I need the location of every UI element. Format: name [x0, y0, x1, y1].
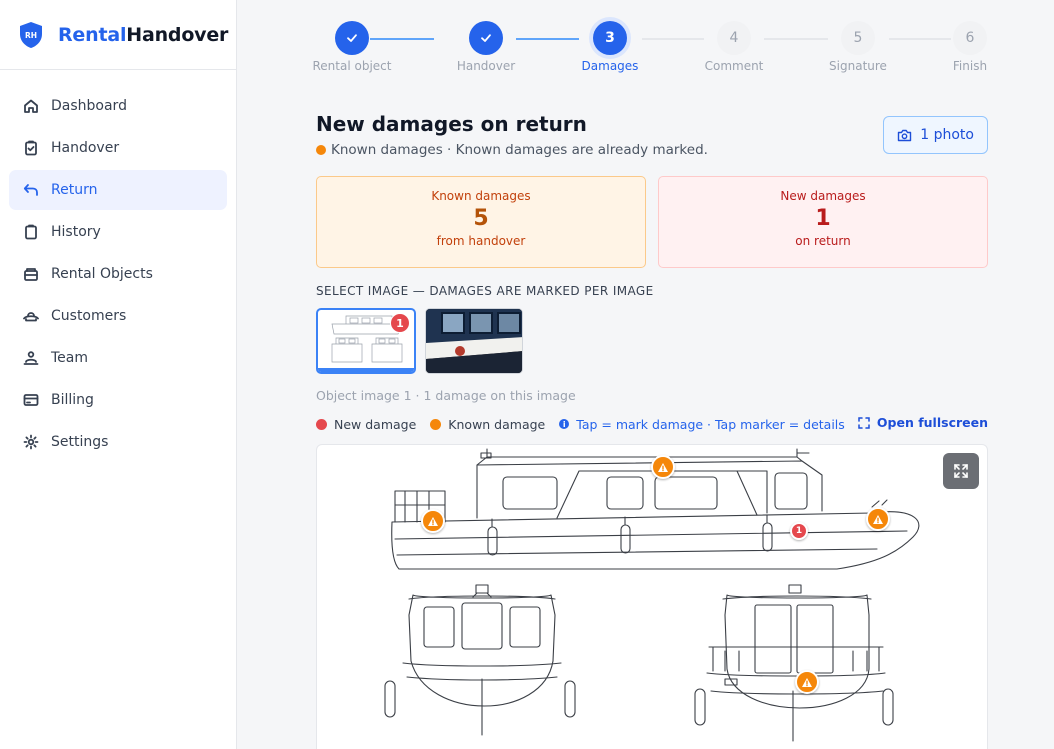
- sidebar-item-rental-objects[interactable]: Rental Objects: [9, 254, 227, 294]
- thumbnail-photo[interactable]: [425, 308, 523, 374]
- known-damages-label: Known damages: [431, 189, 531, 203]
- new-damages-sub: on return: [795, 234, 851, 248]
- select-image-label: SELECT IMAGE — DAMAGES ARE MARKED PER IM…: [316, 284, 654, 298]
- step-finish[interactable]: 6 Finish: [915, 21, 1025, 73]
- step-label: Handover: [456, 59, 516, 73]
- image-caption: Object image 1 · 1 damage on this image: [316, 388, 576, 403]
- sidebar-item-label: Handover: [51, 140, 120, 156]
- sidebar-item-handover[interactable]: Handover: [9, 128, 227, 168]
- sidebar-item-customers[interactable]: Customers: [9, 296, 227, 336]
- sidebar-item-dashboard[interactable]: Dashboard: [9, 86, 227, 126]
- sidebar-item-team[interactable]: Team: [9, 338, 227, 378]
- legend-hint: i Tap = mark damage · Tap marker = detai…: [559, 417, 845, 432]
- open-fullscreen-link[interactable]: Open fullscreen: [858, 415, 988, 430]
- gear-icon: [22, 433, 40, 451]
- warning-icon: [428, 516, 438, 526]
- camera-icon: [898, 129, 912, 141]
- brand[interactable]: RH RentalHandover: [0, 0, 236, 70]
- warning-icon: [658, 462, 668, 472]
- sidebar-item-label: Team: [51, 350, 89, 366]
- legend-known: Known damage: [430, 417, 545, 432]
- users-icon: [22, 307, 40, 325]
- step-label: Damages: [581, 59, 639, 73]
- expand-icon: [954, 464, 968, 478]
- home-icon: [22, 97, 40, 115]
- page-subtitle: Known damages · Known damages are alread…: [316, 142, 708, 158]
- clipboard-icon: [22, 223, 40, 241]
- step-handover[interactable]: Handover: [431, 21, 541, 73]
- warning-icon: [802, 677, 812, 687]
- thumbnail-drawing[interactable]: 1: [316, 308, 416, 374]
- image-thumbnails: 1: [316, 308, 523, 374]
- credit-card-icon: [22, 391, 40, 409]
- sidebar-item-label: Billing: [51, 392, 94, 408]
- team-icon: [22, 349, 40, 367]
- sidebar-item-label: Rental Objects: [51, 266, 153, 282]
- canvas-fullscreen-button[interactable]: [943, 453, 979, 489]
- clipboard-check-icon: [22, 139, 40, 157]
- step-comment[interactable]: 4 Comment: [679, 21, 789, 73]
- box-icon: [22, 265, 40, 283]
- check-icon: [335, 21, 369, 55]
- known-damage-dot-icon: [430, 418, 442, 430]
- info-icon: i: [559, 419, 570, 429]
- sidebar-nav: Dashboard Handover Return History Rental…: [0, 70, 236, 480]
- progress-stepper: Rental object Handover 3 Damages 4 Comme…: [237, 0, 1054, 82]
- known-damages-sub: from handover: [436, 234, 526, 248]
- sidebar: RH RentalHandover Dashboard Handover Ret…: [0, 0, 237, 749]
- thumbnail-damage-badge: 1: [390, 313, 410, 333]
- step-damages[interactable]: 3 Damages: [555, 21, 665, 73]
- boat-photo-thumb: [426, 309, 522, 373]
- step-rental-object[interactable]: Rental object: [297, 21, 407, 73]
- known-dot-icon: [316, 145, 326, 155]
- legend-new: New damage: [316, 417, 416, 432]
- known-damage-marker[interactable]: [795, 670, 819, 694]
- sidebar-item-label: History: [51, 224, 101, 240]
- step-label: Finish: [952, 59, 988, 73]
- step-number: 4: [717, 21, 751, 55]
- damage-legend: New damage Known damage i Tap = mark dam…: [316, 415, 988, 433]
- damage-canvas[interactable]: 1: [316, 444, 988, 749]
- new-damage-dot-icon: [316, 418, 327, 430]
- known-damage-marker[interactable]: [421, 509, 445, 533]
- sidebar-item-label: Settings: [51, 434, 109, 450]
- step-signature[interactable]: 5 Signature: [803, 21, 913, 73]
- brand-name: RentalHandover: [58, 23, 229, 46]
- page-title: New damages on return: [316, 112, 587, 136]
- new-damages-count: 1: [815, 206, 831, 231]
- known-damage-marker[interactable]: [651, 455, 675, 479]
- known-damage-marker[interactable]: [866, 507, 890, 531]
- main-content: Rental object Handover 3 Damages 4 Comme…: [237, 0, 1054, 749]
- sidebar-item-billing[interactable]: Billing: [9, 380, 227, 420]
- known-damages-count: 5: [473, 206, 489, 231]
- step-number: 5: [841, 21, 875, 55]
- sidebar-item-return[interactable]: Return: [9, 170, 227, 210]
- sidebar-item-settings[interactable]: Settings: [9, 422, 227, 462]
- photo-button[interactable]: 1 photo: [883, 116, 988, 154]
- step-number: 3: [593, 21, 627, 55]
- new-damages-label: New damages: [780, 189, 866, 203]
- step-number: 6: [953, 21, 987, 55]
- sidebar-item-label: Customers: [51, 308, 127, 324]
- new-damage-marker[interactable]: 1: [790, 522, 808, 540]
- sidebar-item-label: Dashboard: [51, 98, 127, 114]
- boat-blueprint: [384, 448, 920, 742]
- brand-initials: RH: [25, 31, 37, 40]
- warning-icon: [873, 514, 883, 524]
- step-label: Rental object: [312, 59, 392, 73]
- shield-logo-icon: RH: [20, 21, 42, 48]
- new-damages-card: New damages 1 on return: [658, 176, 988, 268]
- check-icon: [469, 21, 503, 55]
- step-label: Comment: [704, 59, 764, 73]
- sidebar-item-label: Return: [51, 182, 98, 198]
- sidebar-item-history[interactable]: History: [9, 212, 227, 252]
- step-label: Signature: [829, 59, 887, 73]
- return-arrow-icon: [22, 181, 40, 199]
- expand-icon: [858, 416, 870, 429]
- known-damages-card: Known damages 5 from handover: [316, 176, 646, 268]
